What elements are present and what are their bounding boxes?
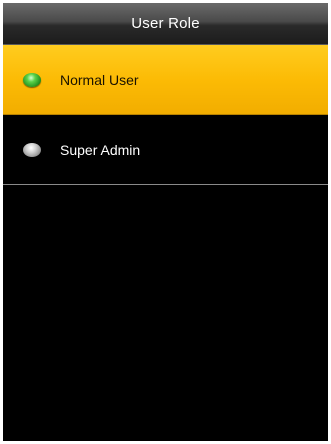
option-super-admin[interactable]: Super Admin bbox=[3, 115, 328, 185]
option-normal-user[interactable]: Normal User bbox=[3, 45, 328, 115]
radio-unselected-icon[interactable] bbox=[23, 142, 41, 157]
title-bar: User Role bbox=[3, 3, 328, 45]
page-title: User Role bbox=[131, 15, 200, 32]
option-label-super-admin: Super Admin bbox=[60, 141, 141, 158]
radio-selected-icon[interactable] bbox=[23, 72, 41, 87]
user-role-screen: User Role Normal User Super Admin bbox=[3, 3, 328, 441]
option-label-normal-user: Normal User bbox=[60, 71, 139, 88]
